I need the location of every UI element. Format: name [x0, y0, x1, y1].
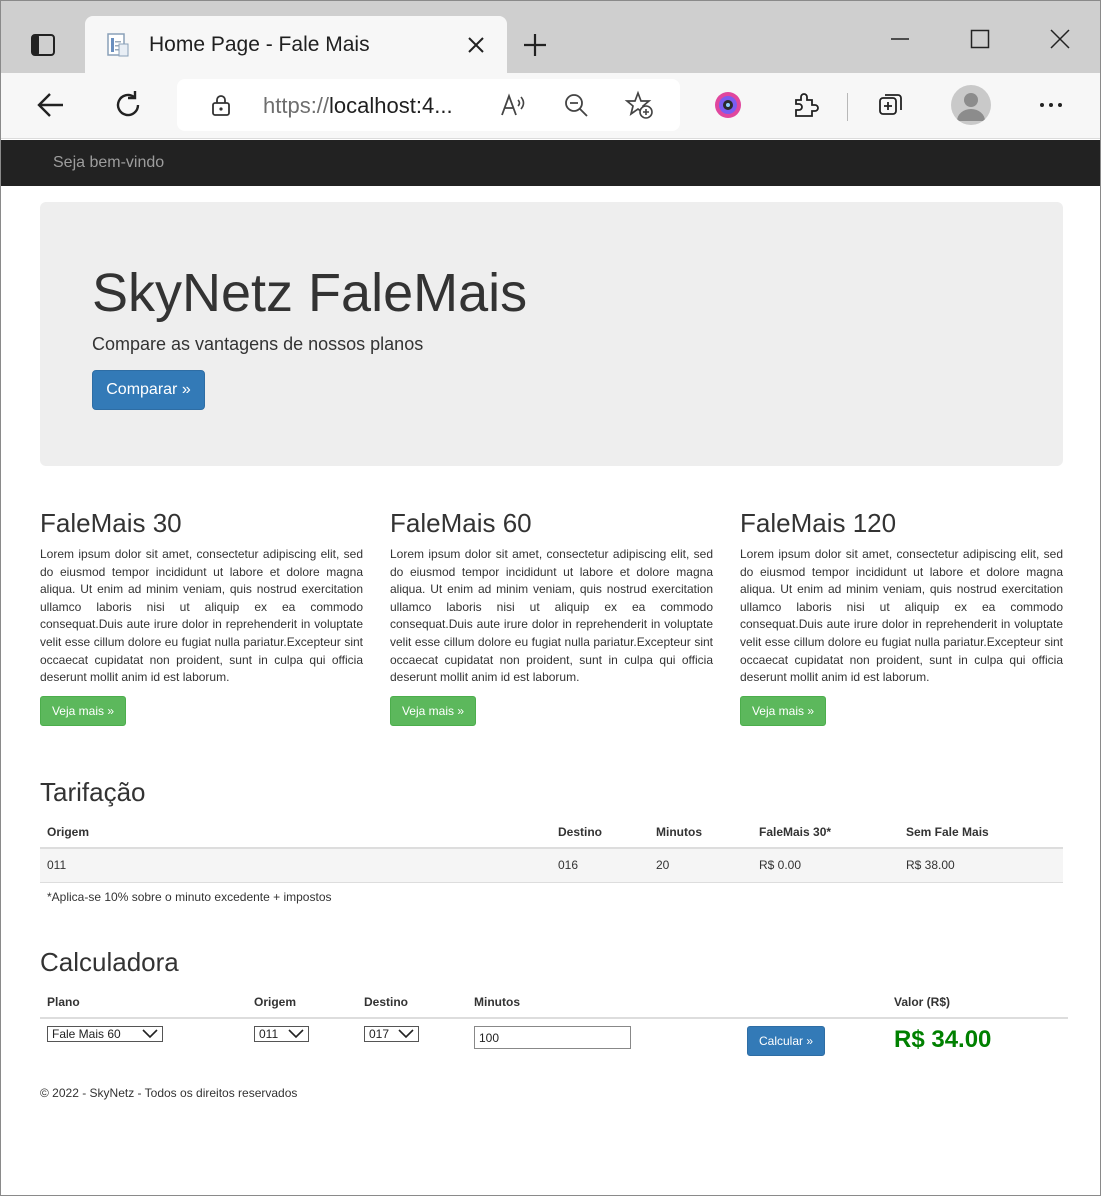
read-aloud-icon[interactable] — [497, 89, 529, 121]
tab-bar: Home Page - Fale Mais — [1, 1, 1100, 74]
extension-color-icon[interactable] — [706, 83, 750, 127]
collections-icon[interactable] — [869, 83, 913, 127]
minutos-input[interactable]: 100 — [474, 1026, 631, 1049]
navbar-brand[interactable]: Seja bem-vindo — [53, 154, 164, 172]
lock-icon[interactable] — [209, 93, 233, 117]
calculadora-title: Calculadora — [40, 947, 179, 977]
tarifacao-table: Origem Destino Minutos FaleMais 30* Sem … — [40, 816, 1063, 883]
extensions-icon[interactable] — [783, 83, 827, 127]
calculadora-table: Plano Origem Destino Minutos Valor (R$) … — [40, 986, 1068, 1062]
plan-description: Lorem ipsum dolor sit amet, consectetur … — [740, 547, 1063, 685]
page-title: SkyNetz FaleMais — [92, 263, 528, 323]
tarifacao-note: *Aplica-se 10% sobre o minuto excedente … — [47, 890, 332, 904]
back-icon[interactable] — [29, 83, 73, 127]
plan-title: FaleMais 60 — [390, 508, 532, 538]
calculator-row: Fale Mais 60 011 017 100 Calcular » R$ 3… — [40, 1018, 1068, 1062]
browser-window: Home Page - Fale Mais https://localhost:… — [0, 0, 1101, 1196]
close-tab-icon[interactable] — [461, 30, 491, 60]
plan-description: Lorem ipsum dolor sit amet, consectetur … — [40, 547, 363, 685]
jumbotron: SkyNetz FaleMais Compare as vantagens de… — [40, 202, 1063, 466]
column-header: Destino — [357, 986, 467, 1019]
column-header — [740, 986, 887, 1019]
plan-description: Lorem ipsum dolor sit amet, consectetur … — [390, 547, 713, 685]
minimize-icon[interactable] — [880, 19, 920, 59]
table-cell: 20 — [649, 848, 752, 883]
destino-select[interactable]: 017 — [364, 1026, 419, 1042]
page-favicon-icon — [105, 32, 131, 58]
calcular-button[interactable]: Calcular » — [747, 1026, 825, 1056]
plan-column-30: FaleMais 30 Lorem ipsum dolor sit amet, … — [40, 506, 363, 726]
see-more-button[interactable]: Veja mais » — [40, 696, 126, 726]
plan-title: FaleMais 120 — [740, 508, 897, 538]
maximize-icon[interactable] — [960, 19, 1000, 59]
add-favorite-icon[interactable] — [623, 89, 655, 121]
chevron-down-icon — [398, 1029, 414, 1039]
table-cell: R$ 0.00 — [752, 848, 899, 883]
tab-title: Home Page - Fale Mais — [149, 33, 370, 56]
table-cell: R$ 38.00 — [899, 848, 1063, 883]
refresh-icon[interactable] — [106, 83, 150, 127]
tab-actions-icon[interactable] — [21, 23, 65, 67]
url-protocol: https:// — [263, 93, 330, 118]
jumbotron-lead: Compare as vantagens de nossos planos — [92, 334, 424, 354]
plano-select[interactable]: Fale Mais 60 — [47, 1026, 163, 1042]
zoom-out-icon[interactable] — [560, 89, 592, 121]
column-header: Destino — [551, 816, 649, 849]
plan-title: FaleMais 30 — [40, 508, 182, 538]
destino-selected-value: 017 — [369, 1027, 390, 1041]
column-header: FaleMais 30* — [752, 816, 899, 849]
column-header: Minutos — [467, 986, 740, 1019]
column-header: Sem Fale Mais — [899, 816, 1063, 849]
tarifacao-title: Tarifação — [40, 777, 146, 807]
valor-result: R$ 34.00 — [894, 1026, 992, 1053]
plano-selected-value: Fale Mais 60 — [52, 1027, 121, 1041]
see-more-button[interactable]: Veja mais » — [390, 696, 476, 726]
column-header: Plano — [40, 986, 247, 1019]
plan-column-60: FaleMais 60 Lorem ipsum dolor sit amet, … — [390, 506, 713, 726]
new-tab-icon[interactable] — [517, 27, 553, 63]
browser-tab[interactable]: Home Page - Fale Mais — [85, 16, 507, 74]
table-row: 011 016 20 R$ 0.00 R$ 38.00 — [40, 848, 1063, 883]
chevron-down-icon — [288, 1029, 304, 1039]
column-header: Origem — [40, 816, 551, 849]
more-icon[interactable] — [1029, 83, 1073, 127]
column-header: Origem — [247, 986, 357, 1019]
see-more-button[interactable]: Veja mais » — [740, 696, 826, 726]
compare-button[interactable]: Comparar » — [92, 370, 205, 410]
table-cell: 016 — [551, 848, 649, 883]
footer-text: © 2022 - SkyNetz - Todos os direitos res… — [40, 1086, 298, 1100]
table-cell: 011 — [40, 848, 551, 883]
table-header-row: Origem Destino Minutos FaleMais 30* Sem … — [40, 816, 1063, 849]
column-header: Valor (R$) — [887, 986, 1068, 1019]
url-text[interactable]: https://localhost:4... — [263, 93, 453, 119]
origem-selected-value: 011 — [259, 1027, 279, 1041]
table-header-row: Plano Origem Destino Minutos Valor (R$) — [40, 986, 1068, 1019]
address-bar[interactable]: https://localhost:4... — [177, 79, 680, 131]
url-host: localhost:4... — [329, 93, 453, 118]
column-header: Minutos — [649, 816, 752, 849]
plan-column-120: FaleMais 120 Lorem ipsum dolor sit amet,… — [740, 506, 1063, 726]
close-window-icon[interactable] — [1040, 19, 1080, 59]
toolbar-separator — [847, 93, 848, 121]
origem-select[interactable]: 011 — [254, 1026, 309, 1042]
browser-toolbar: https://localhost:4... — [1, 73, 1100, 139]
site-navbar: Seja bem-vindo — [1, 140, 1100, 186]
profile-icon[interactable] — [951, 85, 991, 125]
chevron-down-icon — [142, 1029, 158, 1039]
